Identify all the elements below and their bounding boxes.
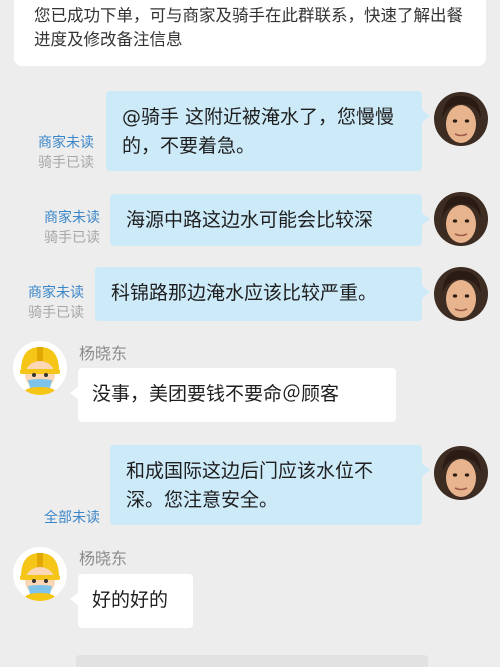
merchant-unread-label: 商家未读 xyxy=(28,285,84,301)
next-notice-strip xyxy=(76,655,428,667)
user-avatar-photo-icon xyxy=(434,92,488,146)
rider-avatar[interactable] xyxy=(13,547,67,601)
order-notice-card: 您已成功下单，可与商家及骑手在此群联系，快速了解出餐进度及修改备注信息 xyxy=(14,0,486,66)
order-notice-text: 您已成功下单，可与商家及骑手在此群联系，快速了解出餐进度及修改备注信息 xyxy=(34,6,463,49)
rider-read-label: 骑手已读 xyxy=(44,230,100,246)
read-status: 全部未读 xyxy=(34,508,100,528)
outgoing-message-bubble[interactable]: @骑手 这附近被淹水了，您慢慢的，不要着急。 xyxy=(106,91,430,171)
sender-name: 杨晓东 xyxy=(79,549,128,568)
incoming-message-bubble[interactable]: 没事，美团要钱不要命＠顾客 xyxy=(70,368,396,422)
outgoing-message-bubble[interactable]: 科锦路那边淹水应该比较严重。 xyxy=(95,267,430,321)
rider-helmet-mask-icon xyxy=(13,341,67,395)
read-status: 商家未读 骑手已读 xyxy=(18,283,84,323)
message-text: 海源中路这边水可能会比较深 xyxy=(126,209,374,231)
outgoing-message-bubble[interactable]: 海源中路这边水可能会比较深 xyxy=(110,194,430,246)
user-avatar-photo-icon xyxy=(434,192,488,246)
outgoing-message-bubble[interactable]: 和成国际这边后门应该水位不深。您注意安全。 xyxy=(110,445,430,525)
merchant-unread-label: 商家未读 xyxy=(44,210,100,226)
message-text: 和成国际这边后门应该水位不深。您注意安全。 xyxy=(126,460,374,511)
sender-name: 杨晓东 xyxy=(79,344,128,363)
user-avatar[interactable] xyxy=(434,92,488,146)
message-text: 好的好的 xyxy=(92,589,169,611)
incoming-message-bubble[interactable]: 好的好的 xyxy=(70,574,193,628)
user-avatar[interactable] xyxy=(434,267,488,321)
user-avatar-photo-icon xyxy=(434,446,488,500)
user-avatar[interactable] xyxy=(434,446,488,500)
rider-avatar[interactable] xyxy=(13,341,67,395)
read-status: 商家未读 骑手已读 xyxy=(34,208,100,248)
user-avatar[interactable] xyxy=(434,192,488,246)
merchant-unread-label: 商家未读 xyxy=(38,135,94,151)
read-status: 商家未读 骑手已读 xyxy=(28,133,94,173)
rider-read-label: 骑手已读 xyxy=(28,305,84,321)
message-text: 科锦路那边淹水应该比较严重。 xyxy=(111,282,378,304)
rider-read-label: 骑手已读 xyxy=(38,155,94,171)
user-avatar-photo-icon xyxy=(434,267,488,321)
all-unread-label: 全部未读 xyxy=(44,510,100,526)
message-text: @骑手 这附近被淹水了，您慢慢的，不要着急。 xyxy=(122,106,395,157)
message-text: 没事，美团要钱不要命＠顾客 xyxy=(92,383,340,405)
rider-helmet-mask-icon xyxy=(13,547,67,601)
